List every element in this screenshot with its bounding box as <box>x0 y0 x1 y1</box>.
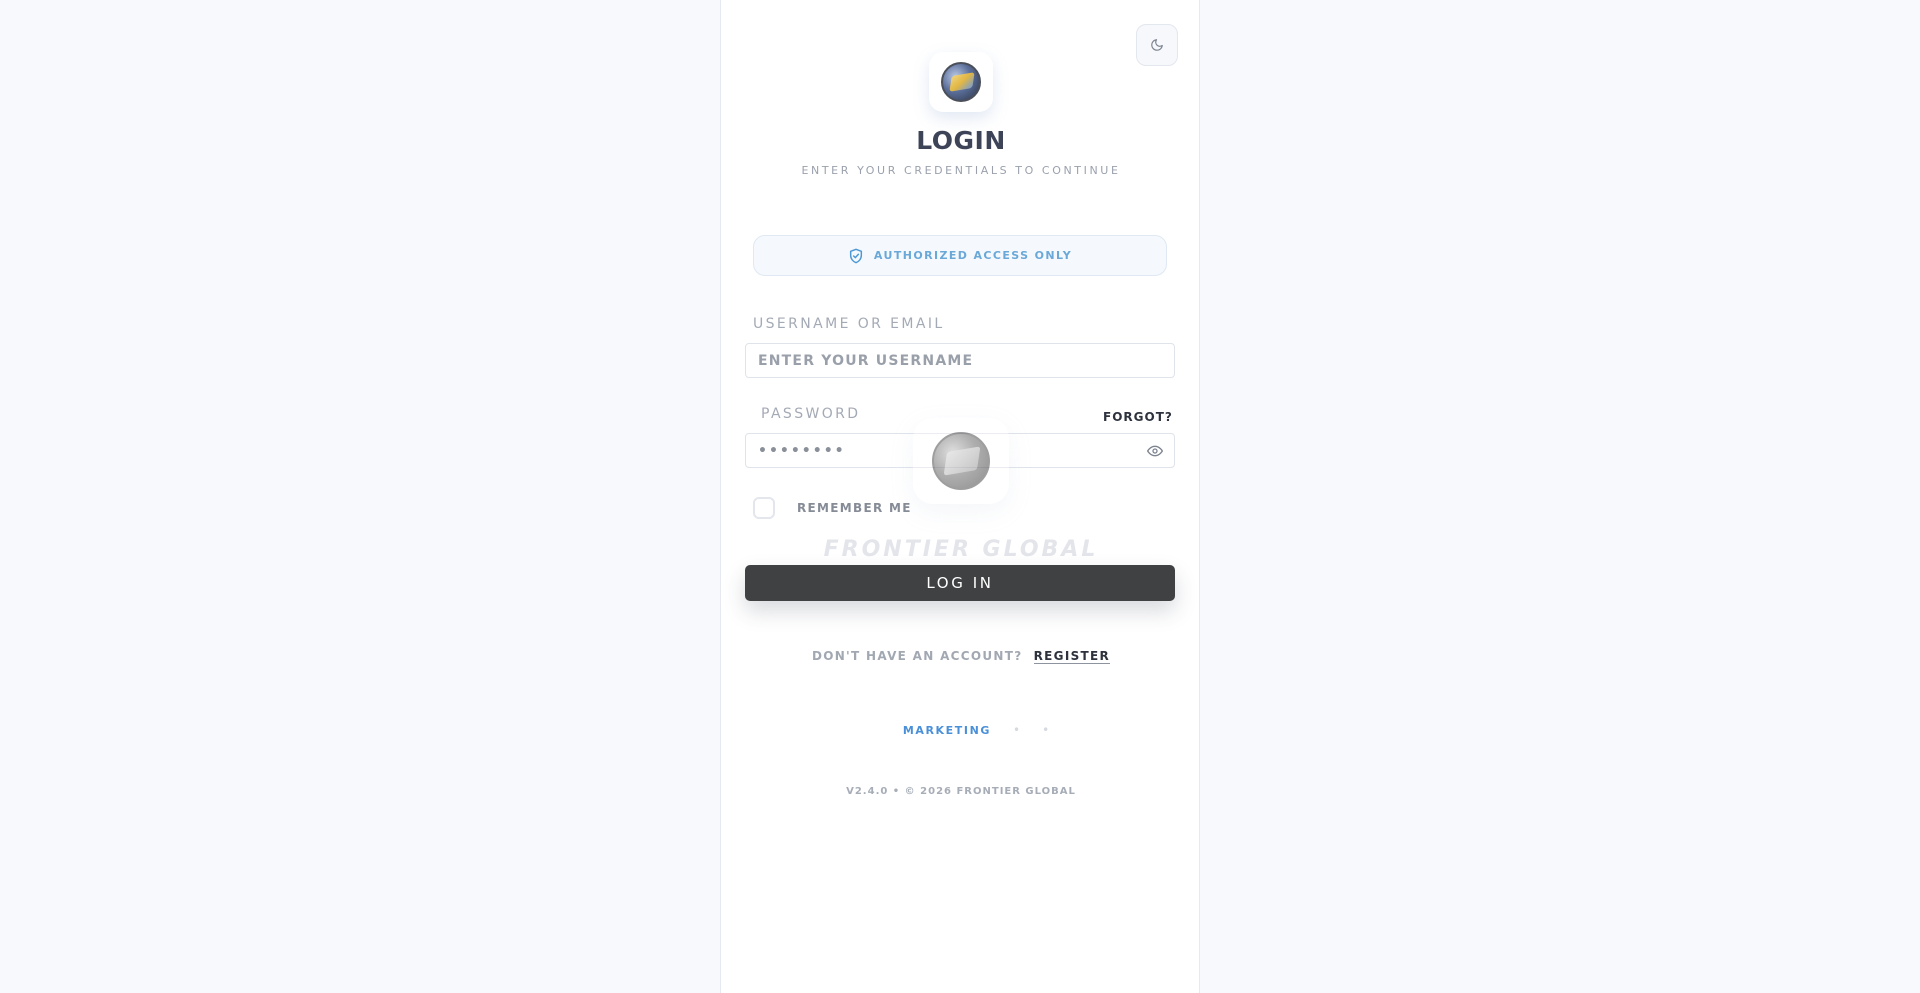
register-link[interactable]: REGISTER <box>1033 649 1111 664</box>
watermark-text: FRONTIER GLOBAL <box>823 537 1099 562</box>
username-label: USERNAME OR EMAIL <box>753 316 945 332</box>
footer-links: MARKETING • • <box>721 723 1201 737</box>
page-subtitle: ENTER YOUR CREDENTIALS TO CONTINUE <box>801 164 1121 177</box>
username-input[interactable] <box>745 343 1175 378</box>
password-input[interactable] <box>745 433 1175 468</box>
moon-icon <box>1151 39 1163 51</box>
footer-link-marketing[interactable]: MARKETING <box>903 724 991 737</box>
logo-container <box>929 52 993 112</box>
password-label: PASSWORD <box>761 406 861 422</box>
theme-toggle-button[interactable] <box>1136 24 1178 66</box>
shield-check-icon <box>849 248 862 263</box>
remember-me-checkbox[interactable] <box>753 497 775 519</box>
page-title: LOGIN <box>916 126 1006 155</box>
company-logo <box>941 62 981 102</box>
footer-separator: • <box>1042 723 1050 737</box>
authorized-access-badge: AUTHORIZED ACCESS ONLY <box>753 235 1167 276</box>
forgot-password-link[interactable]: FORGOT? <box>1103 410 1173 424</box>
account-question: DON'T HAVE AN ACCOUNT? <box>811 649 1023 663</box>
version-footer: V2.4.0 • © 2026 FRONTIER GLOBAL <box>846 786 1076 797</box>
badge-text: AUTHORIZED ACCESS ONLY <box>873 249 1073 262</box>
eye-icon[interactable] <box>1147 443 1163 459</box>
footer-separator: • <box>1013 723 1021 737</box>
login-button[interactable]: LOG IN <box>745 565 1175 601</box>
register-prompt: DON'T HAVE AN ACCOUNT? REGISTER <box>721 649 1201 664</box>
login-panel: LOGIN ENTER YOUR CREDENTIALS TO CONTINUE… <box>720 0 1200 993</box>
remember-me-label[interactable]: REMEMBER ME <box>797 501 912 515</box>
